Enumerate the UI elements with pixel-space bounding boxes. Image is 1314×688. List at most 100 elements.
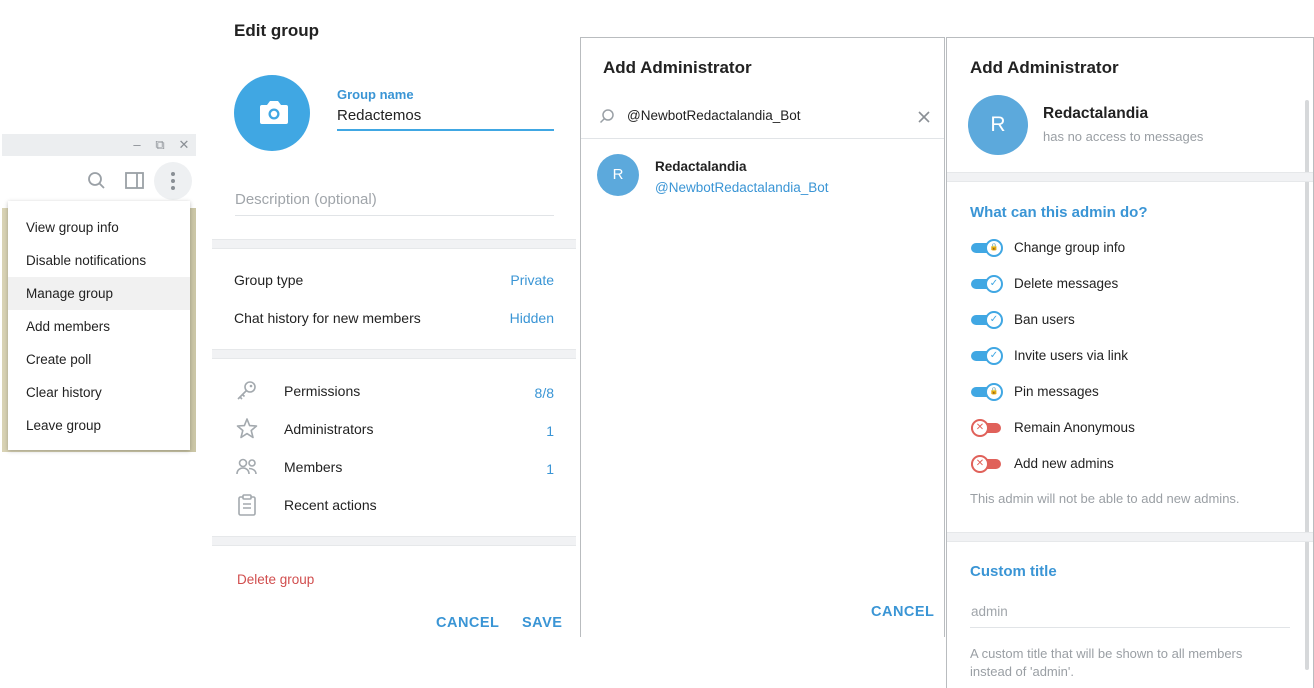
permission-delete-messages[interactable]: ✓ Delete messages xyxy=(947,272,1307,296)
menu-item-add-members[interactable]: Add members xyxy=(8,310,190,343)
group-name-underline xyxy=(337,129,554,131)
group-name-label: Group name xyxy=(337,87,414,102)
permission-label: Invite users via link xyxy=(1014,348,1129,363)
delete-group-link[interactable]: Delete group xyxy=(237,572,314,587)
close-window-button[interactable]: ✕ xyxy=(175,136,193,154)
more-vertical-icon xyxy=(171,172,175,190)
cancel-button[interactable]: CANCEL xyxy=(871,604,934,620)
avatar: R xyxy=(597,154,639,196)
dialog-title: Add Administrator xyxy=(603,58,752,77)
cancel-button[interactable]: CANCEL xyxy=(436,615,499,631)
search-input[interactable]: @NewbotRedactalandia_Bot xyxy=(627,108,801,123)
section-divider xyxy=(212,349,576,359)
search-icon xyxy=(597,107,617,127)
group-type-label: Group type xyxy=(234,272,304,288)
custom-title-label: Custom title xyxy=(970,563,1057,580)
group-type-row[interactable]: Group type Private xyxy=(212,262,576,298)
chat-context-menu: View group info Disable notifications Ma… xyxy=(8,201,190,450)
toggle-switch[interactable]: 🔒 xyxy=(971,383,1003,401)
members-row[interactable]: Members 1 xyxy=(212,448,576,486)
check-icon: ✓ xyxy=(985,275,1003,293)
members-icon xyxy=(234,454,260,480)
permissions-label: Permissions xyxy=(284,383,361,399)
group-type-value: Private xyxy=(510,272,554,288)
restore-button[interactable]: ⧉ xyxy=(151,136,169,154)
search-divider xyxy=(581,138,944,139)
sidebar-toggle-icon[interactable] xyxy=(122,168,148,194)
members-count: 1 xyxy=(546,461,554,477)
camera-icon xyxy=(260,101,288,124)
edit-group-dialog: Edit group Group name Redactemos Descrip… xyxy=(212,0,576,648)
cross-icon: ✕ xyxy=(971,455,989,473)
dialog-title: Edit group xyxy=(234,21,319,40)
custom-title-underline xyxy=(970,627,1290,628)
permission-change-group-info[interactable]: 🔒 Change group info xyxy=(947,236,1307,260)
clear-search-icon[interactable] xyxy=(914,107,934,127)
result-name: Redactalandia xyxy=(655,159,747,174)
recent-actions-row[interactable]: Recent actions xyxy=(212,486,576,524)
permission-invite-users[interactable]: ✓ Invite users via link xyxy=(947,344,1307,368)
user-name: Redactalandia xyxy=(1043,105,1149,122)
toggle-switch[interactable]: ✓ xyxy=(971,311,1003,329)
search-result-item[interactable]: R Redactalandia @NewbotRedactalandia_Bot xyxy=(581,144,944,206)
lock-icon: 🔒 xyxy=(985,383,1003,401)
more-options-button[interactable] xyxy=(154,162,192,200)
permission-remain-anonymous[interactable]: ✕ Remain Anonymous xyxy=(947,416,1307,440)
admin-rights-dialog: Add Administrator R Redactalandia has no… xyxy=(946,37,1314,688)
rights-section-title: What can this admin do? xyxy=(970,204,1148,221)
menu-item-manage-group[interactable]: Manage group xyxy=(8,277,190,310)
permission-label: Remain Anonymous xyxy=(1014,420,1135,435)
permission-add-new-admins[interactable]: ✕ Add new admins xyxy=(947,452,1307,476)
description-input[interactable]: Description (optional) xyxy=(235,191,554,208)
custom-title-input[interactable]: admin xyxy=(971,604,1008,619)
group-name-input[interactable]: Redactemos xyxy=(337,107,554,124)
admins-note: This admin will not be able to add new a… xyxy=(970,491,1240,506)
chat-history-row[interactable]: Chat history for new members Hidden xyxy=(212,300,576,336)
search-icon[interactable] xyxy=(84,168,110,194)
check-icon: ✓ xyxy=(985,347,1003,365)
lock-icon: 🔒 xyxy=(985,239,1003,257)
key-icon xyxy=(234,378,260,404)
section-divider xyxy=(947,172,1313,182)
administrators-label: Administrators xyxy=(284,421,374,437)
members-label: Members xyxy=(284,459,343,475)
section-divider xyxy=(947,532,1313,542)
administrators-row[interactable]: Administrators 1 xyxy=(212,410,576,448)
menu-item-disable-notifications[interactable]: Disable notifications xyxy=(8,244,190,277)
menu-item-view-group-info[interactable]: View group info xyxy=(8,211,190,244)
menu-item-clear-history[interactable]: Clear history xyxy=(8,376,190,409)
permission-label: Pin messages xyxy=(1014,384,1099,399)
toggle-switch[interactable]: ✕ xyxy=(971,419,1003,437)
group-photo-button[interactable] xyxy=(234,75,310,151)
menu-item-leave-group[interactable]: Leave group xyxy=(8,409,190,442)
chat-window: – ⧉ ✕ View group info Disable notificati… xyxy=(0,0,210,688)
cross-icon: ✕ xyxy=(971,419,989,437)
save-button[interactable]: SAVE xyxy=(522,615,562,631)
avatar: R xyxy=(968,95,1028,155)
permissions-value: 8/8 xyxy=(534,385,554,401)
clipboard-icon xyxy=(234,492,260,518)
menu-item-create-poll[interactable]: Create poll xyxy=(8,343,190,376)
section-divider xyxy=(212,536,576,546)
toggle-switch[interactable]: ✓ xyxy=(971,347,1003,365)
permission-label: Ban users xyxy=(1014,312,1075,327)
star-icon xyxy=(234,416,260,442)
custom-title-note: A custom title that will be shown to all… xyxy=(970,646,1243,679)
minimize-button[interactable]: – xyxy=(128,136,146,154)
toggle-switch[interactable]: ✓ xyxy=(971,275,1003,293)
permission-label: Change group info xyxy=(1014,240,1126,255)
permission-label: Add new admins xyxy=(1014,456,1114,471)
permission-pin-messages[interactable]: 🔒 Pin messages xyxy=(947,380,1307,404)
window-title-bar: – ⧉ ✕ xyxy=(2,134,196,156)
toggle-switch[interactable]: ✕ xyxy=(971,455,1003,473)
toggle-switch[interactable]: 🔒 xyxy=(971,239,1003,257)
permission-label: Delete messages xyxy=(1014,276,1119,291)
user-status: has no access to messages xyxy=(1043,129,1204,144)
dialog-title: Add Administrator xyxy=(970,58,1119,77)
chat-history-label: Chat history for new members xyxy=(234,310,421,326)
administrators-count: 1 xyxy=(546,423,554,439)
permissions-row[interactable]: Permissions 8/8 xyxy=(212,372,576,410)
description-underline xyxy=(235,215,554,216)
permission-ban-users[interactable]: ✓ Ban users xyxy=(947,308,1307,332)
result-username: @NewbotRedactalandia_Bot xyxy=(655,180,829,195)
